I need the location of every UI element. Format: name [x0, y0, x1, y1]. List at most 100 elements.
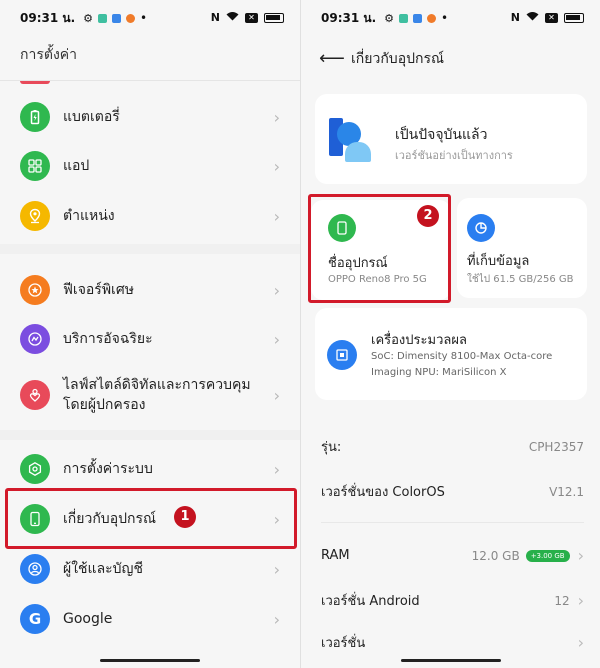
step-marker-1: 1: [174, 506, 196, 528]
update-status-subtitle: เวอร์ชันอย่างเป็นทางการ: [395, 149, 513, 162]
status-time: 09:31 น.: [20, 10, 76, 25]
wifi-icon: [526, 11, 539, 24]
processor-soc: SoC: Dimensity 8100-Max Octa-core: [371, 351, 553, 362]
row-label: เวอร์ชั่น: [321, 636, 366, 651]
nav-gesture-bar[interactable]: [401, 659, 501, 662]
settings-screen: 09:31 น. ⚙ • N ✕ การตั้งค่า แบตเตอรี่ › …: [0, 0, 300, 668]
settings-item-users-accounts[interactable]: ผู้ใช้และบัญชี ›: [0, 554, 300, 584]
chevron-right-icon: ›: [577, 546, 584, 565]
no-sim-icon: ✕: [245, 12, 258, 23]
info-row-model: รุ่น: CPH2357: [321, 436, 584, 457]
app-notification-icon: [413, 13, 423, 23]
back-arrow-icon[interactable]: ⟵: [319, 48, 345, 69]
gear-icon: ⚙: [83, 11, 94, 25]
user-account-icon: [20, 554, 50, 584]
app-notification-icon: [126, 13, 136, 23]
chip-icon: [327, 340, 357, 370]
status-time: 09:31 น.: [321, 10, 377, 25]
apps-grid-icon: [20, 151, 50, 181]
section-gap: [0, 430, 300, 440]
settings-item-apps[interactable]: แอป ›: [0, 151, 300, 181]
settings-item-system-settings[interactable]: การตั้งค่าระบบ ›: [0, 454, 300, 484]
settings-item-battery[interactable]: แบตเตอรี่ ›: [0, 102, 300, 132]
chevron-right-icon: ›: [273, 385, 280, 405]
app-notification-icon: [112, 13, 122, 23]
settings-item-google[interactable]: G Google ›: [0, 604, 300, 634]
nfc-icon: N: [210, 11, 220, 24]
app-notification-icon: [427, 13, 437, 23]
storage-label: ที่เก็บข้อมูล: [467, 254, 530, 269]
info-row-android-version[interactable]: เวอร์ชั่น Android 12 ›: [321, 590, 584, 611]
system-update-card[interactable]: เป็นปัจจุบันแล้ว เวอร์ชันอย่างเป็นทางการ: [315, 94, 587, 184]
gear-icon: ⚙: [384, 11, 395, 25]
row-label: RAM: [321, 548, 350, 563]
about-device-screen: 09:31 น. ⚙ • N ✕ ⟵ เกี่ยวกับอุปกรณ์ เป็น…: [301, 0, 600, 668]
chevron-right-icon: ›: [273, 609, 280, 629]
storage-card[interactable]: ที่เก็บข้อมูล ใช้ไป 61.5 GB/256 GB: [457, 198, 587, 298]
star-icon: [20, 275, 50, 305]
settings-item-label: ไลฟ์สไตล์ดิจิทัลและการควบคุมโดยผู้ปกครอง: [63, 377, 251, 413]
page-title: การตั้งค่า: [20, 47, 78, 63]
settings-item-label: ผู้ใช้และบัญชี: [63, 561, 143, 577]
processor-label: เครื่องประมวลผล: [371, 333, 467, 348]
chevron-right-icon: ›: [577, 633, 584, 652]
row-value: 12: [554, 593, 570, 608]
chevron-right-icon: ›: [273, 459, 280, 479]
row-label: เวอร์ชั่น Android: [321, 594, 420, 609]
storage-value: ใช้ไป 61.5 GB/256 GB: [467, 274, 574, 285]
update-status-title: เป็นปัจจุบันแล้ว: [395, 127, 488, 143]
system-settings-icon: [20, 454, 50, 484]
row-value: V12.1: [549, 484, 584, 499]
chevron-right-icon: ›: [273, 559, 280, 579]
page-title: เกี่ยวกับอุปกรณ์: [351, 51, 444, 67]
row-value: CPH2357: [528, 439, 584, 454]
settings-item-special-features[interactable]: ฟีเจอร์พิเศษ ›: [0, 275, 300, 305]
smart-services-icon: [20, 324, 50, 354]
section-gap: [0, 244, 300, 254]
coloros-logo-icon: [329, 118, 371, 162]
row-label: รุ่น:: [321, 440, 342, 455]
app-notification-icon: [98, 13, 108, 23]
processor-npu: Imaging NPU: MariSilicon X: [371, 367, 507, 378]
info-row-version[interactable]: เวอร์ชั่น ›: [321, 632, 584, 653]
settings-item-label: การตั้งค่าระบบ: [63, 461, 153, 477]
highlight-box: [5, 488, 297, 549]
settings-item-label: ตำแหน่ง: [63, 208, 115, 224]
google-icon: G: [20, 604, 50, 634]
more-dot-icon: •: [441, 11, 449, 25]
nfc-icon: N: [510, 11, 520, 24]
no-sim-icon: ✕: [545, 12, 558, 23]
wifi-icon: [226, 11, 239, 24]
settings-item-label: Google: [63, 611, 113, 627]
step-marker-2: 2: [417, 205, 439, 227]
settings-item-digital-wellbeing[interactable]: ไลฟ์สไตล์ดิจิทัลและการควบคุมโดยผู้ปกครอง…: [0, 373, 300, 417]
storage-pie-icon: [467, 214, 495, 242]
processor-card: เครื่องประมวลผล SoC: Dimensity 8100-Max …: [315, 308, 587, 400]
nav-gesture-bar[interactable]: [100, 659, 200, 662]
chevron-right-icon: ›: [577, 591, 584, 610]
battery-status-icon: [264, 12, 284, 23]
app-notification-icon: [399, 13, 409, 23]
settings-item-smart-services[interactable]: บริการอัจฉริยะ ›: [0, 324, 300, 354]
more-dot-icon: •: [140, 11, 148, 25]
battery-status-icon: [564, 12, 584, 23]
settings-item-label: ฟีเจอร์พิเศษ: [63, 282, 134, 298]
settings-item-label: แอป: [63, 158, 90, 174]
settings-item-label: แบตเตอรี่: [63, 109, 120, 125]
status-bar: 09:31 น. ⚙ • N ✕: [0, 0, 300, 36]
status-bar: 09:31 น. ⚙ • N ✕: [301, 0, 600, 36]
chevron-right-icon: ›: [273, 156, 280, 176]
location-icon: [20, 201, 50, 231]
info-row-ram[interactable]: RAM 12.0 GB +3.00 GB ›: [321, 546, 584, 565]
battery-icon: [20, 102, 50, 132]
row-divider: [321, 522, 584, 523]
chevron-right-icon: ›: [273, 329, 280, 349]
partial-item-icon: [20, 81, 50, 84]
heart-person-icon: [20, 380, 50, 410]
chevron-right-icon: ›: [273, 280, 280, 300]
row-label: เวอร์ชั่นของ ColorOS: [321, 485, 445, 500]
ram-expansion-badge: +3.00 GB: [525, 549, 570, 562]
chevron-right-icon: ›: [273, 107, 280, 127]
settings-item-label: บริการอัจฉริยะ: [63, 331, 153, 347]
settings-item-location[interactable]: ตำแหน่ง ›: [0, 201, 300, 231]
